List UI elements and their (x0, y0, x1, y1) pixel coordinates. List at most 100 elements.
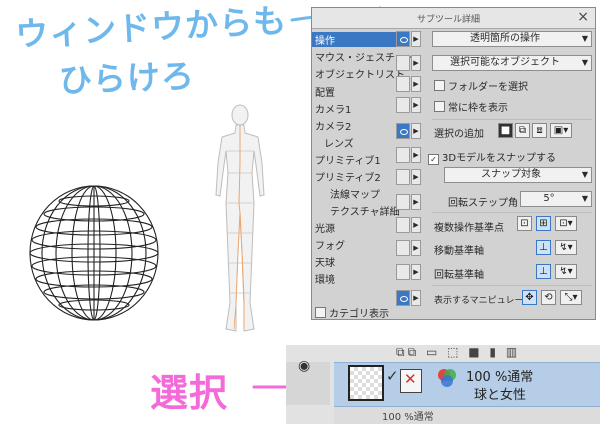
visibility-toggle[interactable] (396, 123, 410, 139)
check-icon: ✓ (386, 367, 399, 385)
expand-arrow[interactable]: ▶ (411, 97, 421, 113)
expand-arrow[interactable]: ▶ (411, 240, 421, 256)
mask-disabled-icon: ✕ (404, 370, 417, 388)
visibility-toggle[interactable] (396, 31, 410, 47)
expand-arrow[interactable]: ▶ (411, 147, 421, 163)
layer-toolbar[interactable]: ⧉⧉ ▭ ⬚ ■ ▮ ▥ (396, 345, 520, 360)
expand-arrow[interactable]: ▶ (411, 217, 421, 233)
visibility-toggle[interactable] (396, 240, 410, 256)
visibility-toggle[interactable] (396, 76, 410, 92)
chevron-down-icon: ▼ (581, 34, 588, 43)
folder-select-checkbox[interactable]: フォルダーを選択 (434, 78, 528, 93)
rotate-axis-world-icon[interactable]: ⊥ (536, 264, 551, 279)
next-layer-opacity-blend: 100 %通常 (382, 412, 434, 423)
rotation-step-label: 回転ステップ角 (448, 198, 518, 209)
category-item-environment[interactable]: 環境 (315, 271, 335, 286)
category-item-placement[interactable]: 配置 (315, 84, 335, 99)
expand-arrow[interactable]: ▶ (411, 123, 421, 139)
category-item-object-list[interactable]: オブジェクトリスト (315, 66, 405, 81)
expand-arrow[interactable]: ▶ (411, 169, 421, 185)
checkbox-box (434, 80, 445, 91)
category-item-camera2[interactable]: カメラ2 (315, 118, 351, 133)
base-point-center-icon[interactable]: ⊞ (536, 216, 551, 231)
expand-arrow[interactable]: ▶ (411, 76, 421, 92)
dropdown-value: 5° (543, 193, 555, 204)
visibility-toggle[interactable] (396, 264, 410, 280)
manipulator-label: 表示するマニピュレータ (434, 296, 533, 306)
move-axis-world-icon[interactable]: ⊥ (536, 240, 551, 255)
category-item-fog[interactable]: フォグ (315, 237, 345, 252)
visibility-toggle[interactable] (396, 55, 410, 71)
visibility-toggle[interactable] (396, 290, 410, 306)
category-item-light-source[interactable]: 光源 (315, 220, 335, 235)
add-selection-label: 選択の追加 (434, 129, 484, 140)
3d-layer-icon (438, 369, 456, 387)
chevron-down-icon: ▼ (581, 170, 588, 179)
divider (432, 212, 592, 213)
base-point-individual-icon[interactable]: ⊡ (517, 216, 532, 231)
next-layer-row[interactable] (334, 407, 600, 424)
category-item-celestial-sphere[interactable]: 天球 (315, 254, 335, 269)
eye-icon[interactable]: ◉ (298, 358, 310, 374)
category-item-primitive2[interactable]: プリミティブ2 (315, 169, 381, 184)
category-item-camera1[interactable]: カメラ1 (315, 101, 351, 116)
expand-arrow[interactable]: ▶ (411, 31, 421, 47)
subtool-detail-panel: サブツール詳細 × 操作 マウス・ジェスチャー オブジェクトリスト 配置 カメラ… (311, 7, 596, 320)
chevron-down-icon: ▼ (581, 58, 588, 67)
manipulator-rotate-icon[interactable]: ⟲ (541, 290, 556, 305)
expand-arrow[interactable]: ▶ (411, 194, 421, 210)
move-axis-dropdown[interactable]: ↯▾ (555, 240, 577, 255)
category-item-primitive1[interactable]: プリミティブ1 (315, 152, 381, 167)
category-item-operation[interactable]: 操作 (312, 32, 399, 47)
selection-mode-dropdown[interactable]: ▣▾ (550, 123, 572, 138)
snap-3d-label: 3Dモデルをスナップする (442, 153, 557, 164)
panel-titlebar[interactable]: サブツール詳細 × (312, 8, 595, 29)
manipulator-move-icon[interactable]: ✥ (522, 290, 537, 305)
divider (432, 119, 592, 120)
always-frame-label: 常に枠を表示 (448, 103, 508, 114)
folder-select-label: フォルダーを選択 (448, 82, 528, 93)
move-axis-label: 移動基準軸 (434, 246, 484, 257)
visibility-toggle[interactable] (396, 169, 410, 185)
visibility-toggle[interactable] (396, 97, 410, 113)
close-icon[interactable]: × (577, 9, 589, 25)
layer-thumbnail[interactable] (348, 365, 384, 401)
wireframe-sphere (29, 185, 159, 321)
expand-arrow[interactable]: ▶ (411, 264, 421, 280)
dropdown-value: スナップ対象 (481, 169, 541, 180)
dropdown-value: 選択可能なオブジェクト (450, 57, 560, 68)
multi-op-base-label: 複数操作基準点 (434, 223, 504, 234)
layer-opacity-blend: 100 %通常 (466, 370, 534, 385)
selection-mode-new-icon[interactable]: ■ (498, 123, 513, 138)
always-frame-checkbox[interactable]: 常に枠を表示 (434, 99, 508, 114)
checkbox-checked: ✓ (428, 154, 439, 165)
selectable-objects-dropdown[interactable]: 選択可能なオブジェクト ▼ (432, 55, 592, 71)
checkbox-box (434, 101, 445, 112)
selection-mode-subtract-icon[interactable]: ⧈ (532, 123, 547, 138)
expand-arrow[interactable]: ▶ (411, 290, 421, 306)
expand-arrow[interactable]: ▶ (411, 55, 421, 71)
show-categories-checkbox[interactable]: カテゴリ表示 (315, 305, 389, 320)
visibility-toggle[interactable] (396, 194, 410, 210)
dropdown-value: 透明箇所の操作 (470, 33, 540, 44)
category-item-lens[interactable]: レンズ (324, 135, 354, 150)
snap-target-dropdown[interactable]: スナップ対象 ▼ (444, 167, 592, 183)
chevron-down-icon: ▼ (581, 194, 588, 203)
manipulator-dropdown[interactable]: ⤡▾ (560, 290, 582, 305)
rotation-step-dropdown[interactable]: 5° ▼ (520, 191, 592, 207)
checkbox-box (315, 307, 326, 318)
base-point-dropdown[interactable]: ⊡▾ (555, 216, 577, 231)
layer-panel: ⧉⧉ ▭ ⬚ ■ ▮ ▥ ◉ ✓ ✕ 100 %通常 球と女性 100 %通常 (286, 345, 600, 424)
category-item-normal-map[interactable]: 法線マップ (330, 186, 380, 201)
3d-female-figure (215, 104, 265, 332)
layer-name[interactable]: 球と女性 (474, 384, 526, 403)
visibility-toggle[interactable] (396, 147, 410, 163)
panel-title: サブツール詳細 (417, 15, 481, 25)
snap-3d-checkbox[interactable]: ✓ 3Dモデルをスナップする (428, 149, 556, 165)
operation-target-dropdown[interactable]: 透明箇所の操作 ▼ (432, 31, 592, 47)
category-item-texture-detail[interactable]: テクスチャ詳細 (330, 203, 400, 218)
visibility-toggle[interactable] (396, 217, 410, 233)
selection-mode-add-icon[interactable]: ⧉ (515, 123, 530, 138)
divider (432, 285, 592, 286)
rotate-axis-dropdown[interactable]: ↯▾ (555, 264, 577, 279)
